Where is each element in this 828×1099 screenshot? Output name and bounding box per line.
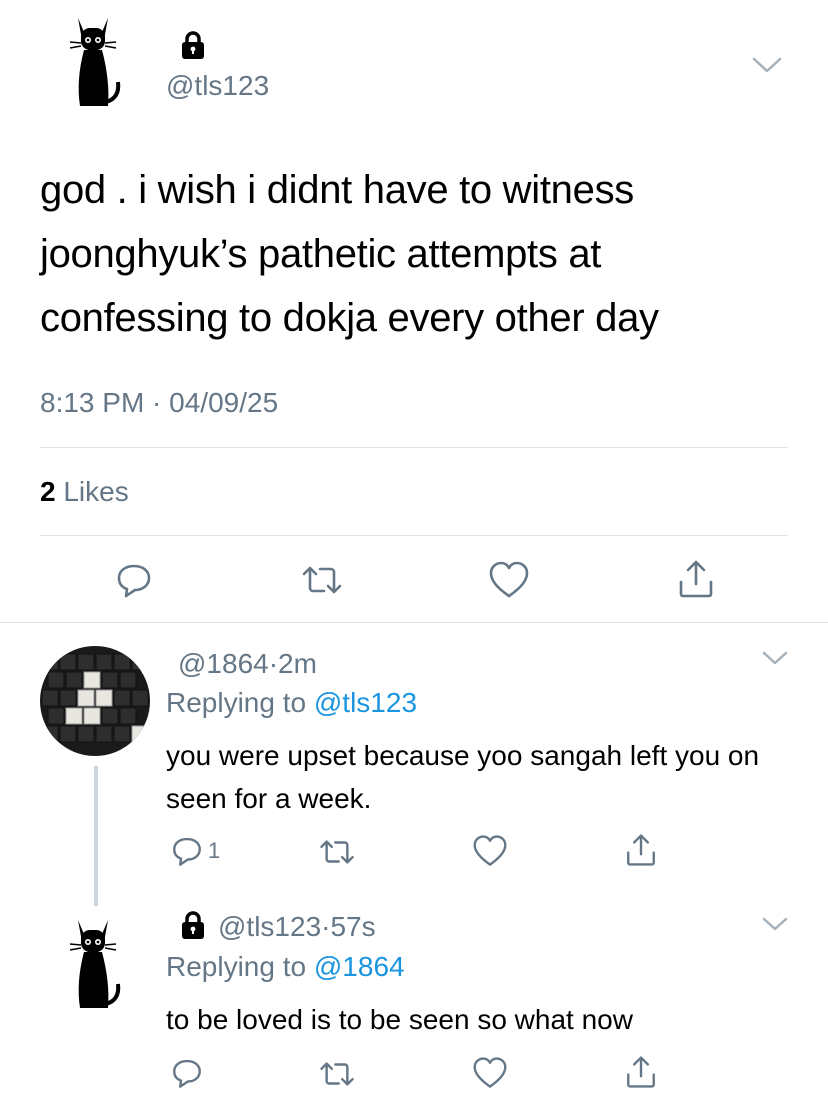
main-tweet-handle[interactable]: @tls123 (166, 70, 269, 102)
lock-icon (180, 910, 206, 940)
divider (0, 622, 828, 623)
reply-2-handle[interactable]: @tls123 (218, 911, 321, 942)
chevron-down-icon[interactable] (760, 648, 790, 668)
replying-to-label: Replying to (166, 687, 307, 718)
like-button[interactable] (488, 560, 530, 600)
share-button[interactable] (624, 1054, 658, 1090)
reply-count: 1 (208, 838, 221, 863)
divider (40, 447, 788, 448)
retweet-icon (300, 562, 344, 598)
chevron-down-icon[interactable] (760, 914, 790, 934)
reply-1-handle[interactable]: @1864 (178, 648, 269, 679)
meta-separator: · (268, 648, 279, 679)
share-button[interactable] (676, 558, 716, 600)
lock-icon (180, 30, 206, 60)
heart-icon (472, 834, 508, 868)
share-icon (676, 558, 716, 600)
reply-1-replying-to: Replying to @tls123 (166, 687, 417, 719)
avatar-keyboard[interactable] (40, 646, 150, 761)
reply-2-text: to be loved is to be seen so what now (166, 1004, 633, 1035)
heart-icon (488, 560, 530, 600)
share-icon (624, 1054, 658, 1090)
replying-to-label: Replying to (166, 951, 307, 982)
main-tweet-text: god . i wish i didnt have to witness joo… (40, 168, 659, 340)
share-button[interactable] (624, 832, 658, 868)
chevron-down-icon[interactable] (750, 54, 784, 76)
share-icon (624, 832, 658, 868)
reply-button[interactable]: 1 (170, 834, 220, 868)
replying-to-mention[interactable]: @tls123 (314, 687, 417, 718)
reply-1-meta[interactable]: @1864·2m (178, 648, 317, 680)
like-button[interactable] (472, 1056, 508, 1090)
likes-stat[interactable]: 2 Likes (40, 476, 129, 508)
reply-icon (114, 560, 154, 600)
likes-label: Likes (63, 476, 129, 507)
reply-icon (170, 1056, 204, 1090)
reply-1-time: 2m (278, 648, 317, 679)
divider (40, 535, 788, 536)
reply-2-time: 57s (330, 911, 376, 942)
main-tweet-timestamp[interactable]: 8:13 PM · 04/09/25 (40, 387, 278, 419)
reply-2-replying-to: Replying to @1864 (166, 951, 405, 983)
retweet-button[interactable] (318, 836, 356, 868)
like-button[interactable] (472, 834, 508, 868)
reply-icon (170, 834, 204, 868)
likes-count: 2 (40, 476, 56, 507)
replying-to-mention[interactable]: @1864 (314, 951, 405, 982)
retweet-button[interactable] (318, 1058, 356, 1090)
reply-button[interactable] (170, 1056, 204, 1090)
retweet-icon (318, 1058, 356, 1090)
reply-1-text: you were upset because yoo sangah left y… (166, 740, 760, 814)
avatar-black-cat[interactable] (62, 10, 134, 125)
thread-connector-line (94, 766, 98, 906)
retweet-icon (318, 836, 356, 868)
avatar-black-cat[interactable] (62, 912, 134, 1027)
reply-2-meta[interactable]: @tls123·57s (218, 911, 376, 943)
reply-button[interactable] (114, 560, 154, 600)
heart-icon (472, 1056, 508, 1090)
retweet-button[interactable] (300, 562, 344, 598)
